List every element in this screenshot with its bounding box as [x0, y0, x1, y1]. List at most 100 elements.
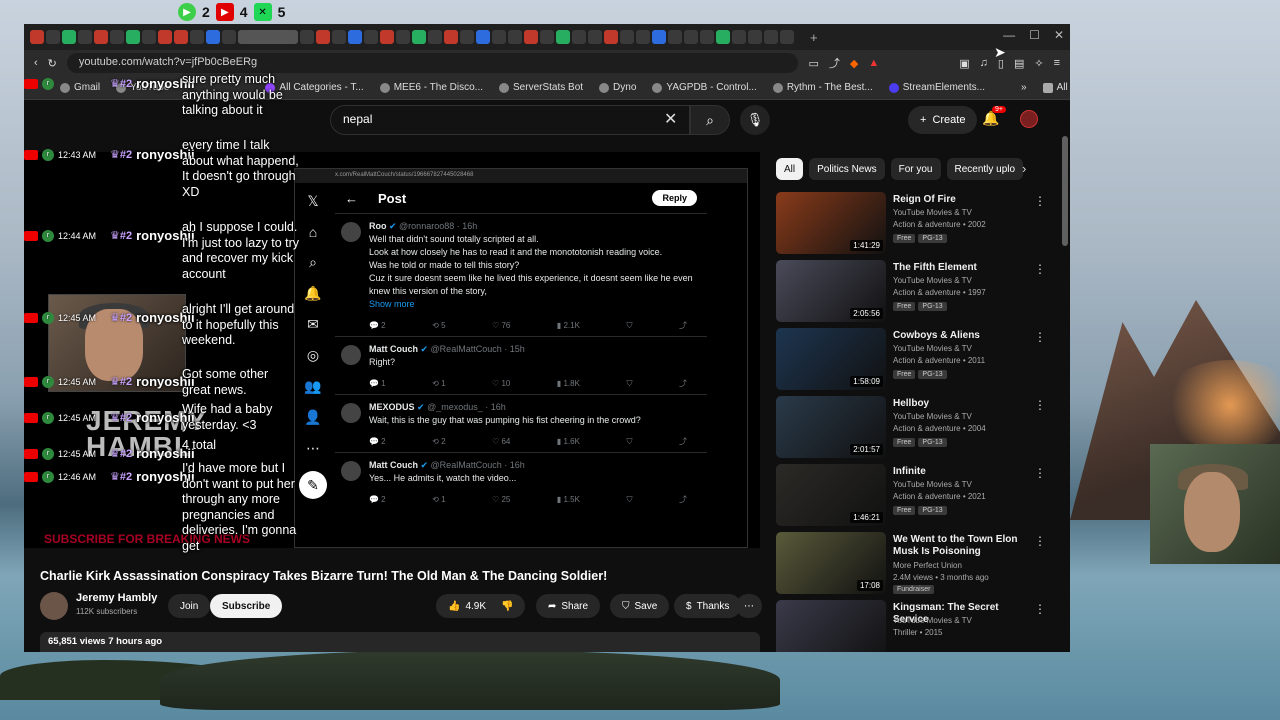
recommendation-title[interactable]: Infinite	[893, 466, 1033, 478]
tab[interactable]	[460, 30, 474, 44]
clear-search-icon[interactable]: ✕	[664, 109, 677, 129]
chip-next-icon[interactable]: ›	[1022, 161, 1026, 176]
voice-search-button[interactable]: 🎙	[740, 105, 770, 135]
wallet-icon[interactable]: ▤	[1014, 57, 1024, 70]
reload-icon[interactable]: ↻	[48, 57, 57, 70]
recommendation-title[interactable]: Hellboy	[893, 398, 1033, 410]
tab[interactable]	[206, 30, 220, 44]
thanks-button[interactable]: $ Thanks	[674, 594, 742, 618]
tab[interactable]	[620, 30, 634, 44]
recommendation-title[interactable]: Reign Of Fire	[893, 194, 1033, 206]
recommendation-item[interactable]: 1:46:21 Infinite YouTube Movies & TV Action…	[776, 464, 1046, 526]
back-icon[interactable]: ‹	[34, 57, 38, 69]
leo-icon[interactable]: ✧	[1034, 57, 1043, 70]
account-avatar[interactable]	[1020, 110, 1038, 128]
tab[interactable]	[300, 30, 314, 44]
chip-for-you[interactable]: For you	[890, 158, 941, 180]
tab[interactable]	[540, 30, 554, 44]
recommendation-title[interactable]: We Went to the Town Elon Musk Is Poisoni…	[893, 534, 1033, 558]
tab[interactable]	[748, 30, 762, 44]
video-thumbnail[interactable]: 2:05:56	[776, 260, 886, 322]
recommendation-item[interactable]: 2:01:57 Hellboy YouTube Movies & TV Action …	[776, 396, 1046, 458]
tab[interactable]	[348, 30, 362, 44]
tab[interactable]	[444, 30, 458, 44]
music-icon[interactable]: ♫	[980, 57, 988, 69]
recommendation-item[interactable]: Kingsman: The Secret Service YouTube Movi…	[776, 600, 1046, 652]
recommendation-title[interactable]: The Fifth Element	[893, 262, 1033, 274]
video-thumbnail[interactable]: 1:58:09	[776, 328, 886, 390]
video-thumbnail[interactable]: 17:08	[776, 532, 886, 594]
video-thumbnail[interactable]: 1:41:29	[776, 192, 886, 254]
scrollbar[interactable]	[1062, 136, 1068, 246]
recommendation-item[interactable]: 17:08 We Went to the Town Elon Musk Is Po…	[776, 532, 1046, 594]
like-button[interactable]: 👍 4.9K 👎	[436, 594, 526, 618]
tab[interactable]	[142, 30, 156, 44]
tab-active[interactable]	[238, 30, 298, 44]
save-button[interactable]: ⛉ Save	[610, 594, 670, 618]
channel-avatar[interactable]	[40, 592, 68, 620]
recommendation-item[interactable]: 1:58:09 Cowboys & Aliens YouTube Movies & …	[776, 328, 1046, 390]
tab[interactable]	[126, 30, 140, 44]
tab[interactable]	[604, 30, 618, 44]
subscribe-button[interactable]: Subscribe	[210, 594, 283, 618]
new-tab-icon[interactable]: +	[810, 30, 818, 45]
thumbs-down-icon[interactable]: 👎	[501, 601, 513, 612]
close-window-icon[interactable]: ✕	[1054, 28, 1064, 42]
tab[interactable]	[190, 30, 204, 44]
more-options-icon[interactable]: ⋮	[1034, 534, 1046, 548]
tab[interactable]	[396, 30, 410, 44]
tab[interactable]	[524, 30, 538, 44]
tab[interactable]	[428, 30, 442, 44]
tab[interactable]	[684, 30, 698, 44]
bookmarks-overflow-icon[interactable]: »	[1021, 82, 1027, 93]
brave-shield-icon[interactable]: ◆	[850, 57, 858, 70]
all-bookmarks[interactable]: All Bookmarks	[1042, 82, 1070, 93]
tab[interactable]	[556, 30, 570, 44]
chip-all[interactable]: All	[776, 158, 804, 180]
search-button[interactable]: ⌕	[690, 105, 730, 135]
tab[interactable]	[636, 30, 650, 44]
tab[interactable]	[78, 30, 92, 44]
url-field[interactable]: youtube.com/watch?v=jfPb0cBeERg	[66, 53, 799, 73]
bookmark-rythm[interactable]: Rythm - The Best...	[772, 82, 873, 93]
more-options-icon[interactable]: ⋮	[1034, 194, 1046, 208]
more-options-icon[interactable]: ⋮	[1034, 602, 1046, 616]
share-button[interactable]: ➦ Share	[536, 594, 601, 618]
menu-icon[interactable]: ≡	[1054, 57, 1060, 69]
description-bar[interactable]: 65,851 views 7 hours ago	[40, 632, 760, 652]
tab[interactable]	[30, 30, 44, 44]
chip-politics-news[interactable]: Politics News	[809, 158, 885, 180]
join-button[interactable]: Join	[168, 594, 211, 618]
more-options-icon[interactable]: ⋮	[1034, 330, 1046, 344]
tab[interactable]	[476, 30, 490, 44]
bookmark-serverstats[interactable]: ServerStats Bot	[499, 82, 583, 93]
tab[interactable]	[668, 30, 682, 44]
share-icon[interactable]: ⤴	[829, 55, 840, 71]
recommendation-item[interactable]: 1:41:29 Reign Of Fire YouTube Movies & TV A…	[776, 192, 1046, 254]
tab[interactable]	[332, 30, 346, 44]
video-thumbnail[interactable]: 1:46:21	[776, 464, 886, 526]
tab[interactable]	[652, 30, 666, 44]
tab[interactable]	[364, 30, 378, 44]
bookmark-dyno[interactable]: Dyno	[599, 82, 636, 93]
cast-icon[interactable]: ▭	[808, 57, 818, 70]
more-options-icon[interactable]: ⋮	[1034, 398, 1046, 412]
tab[interactable]	[732, 30, 746, 44]
tab[interactable]	[508, 30, 522, 44]
maximize-icon[interactable]: ☐	[1029, 28, 1040, 42]
tab[interactable]	[380, 30, 394, 44]
create-button[interactable]: + Create	[908, 106, 978, 134]
tab[interactable]	[700, 30, 714, 44]
more-options-icon[interactable]: ⋮	[1034, 466, 1046, 480]
channel-name[interactable]: Jeremy Hambly	[76, 592, 157, 604]
more-options-icon[interactable]: ⋮	[1034, 262, 1046, 276]
tab[interactable]	[412, 30, 426, 44]
tab[interactable]	[716, 30, 730, 44]
rewards-icon[interactable]: ▲	[868, 57, 879, 69]
tab[interactable]	[780, 30, 794, 44]
bookmark-streamelements[interactable]: StreamElements...	[888, 82, 985, 93]
chip-recently-uplo[interactable]: Recently uplo	[946, 158, 1024, 180]
tab[interactable]	[572, 30, 586, 44]
tab[interactable]	[94, 30, 108, 44]
tab[interactable]	[316, 30, 330, 44]
